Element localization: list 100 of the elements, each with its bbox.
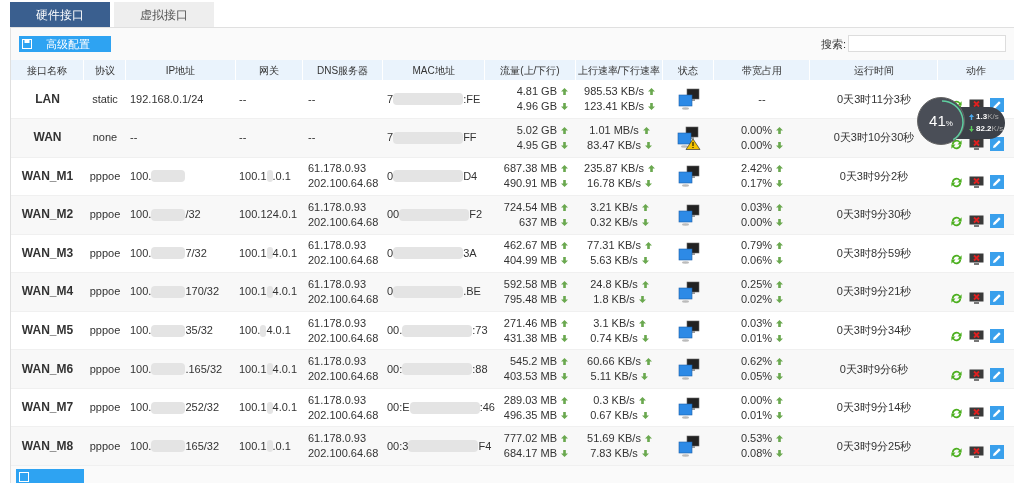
bandwidth-value: 0.00% — [740, 392, 773, 408]
traffic-value: 545.2 MB — [509, 354, 557, 370]
mac-address: 7 FF — [387, 130, 477, 146]
edit-icon[interactable] — [989, 97, 1004, 112]
gateway: 100.1 .0.1 — [239, 438, 291, 454]
disconnect-monitor-icon[interactable] — [968, 253, 984, 267]
dns-server: -- — [308, 91, 316, 107]
traffic-value: 795.48 MB — [503, 291, 557, 307]
gateway: 100.1 4.0.1 — [239, 284, 297, 300]
column-header: 接口名称 — [27, 63, 67, 78]
gateway: 100.1 4.0.1 — [239, 400, 297, 416]
bandwidth-value: -- — [758, 91, 766, 107]
dns-server: 202.100.64.68 — [308, 369, 379, 385]
gateway: 100.124.0.1 — [239, 207, 298, 223]
column-header: 状态 — [678, 63, 698, 78]
search-field[interactable] — [848, 35, 1006, 53]
interface-name: WAN_M7 — [21, 400, 74, 416]
traffic-value: 404.99 MB — [503, 253, 557, 269]
dns-server: 202.100.64.68 — [308, 176, 379, 192]
bandwidth-value: 0.05% — [740, 369, 773, 385]
tab[interactable]: 虚拟接口 — [114, 2, 214, 27]
bandwidth-value: 0.53% — [740, 431, 773, 447]
column-header: DNS服务器 — [316, 63, 369, 78]
ip-address: 100. 165/32 — [130, 438, 220, 454]
disconnect-monitor-icon[interactable] — [968, 330, 984, 344]
rate-value: 5.11 KB/s — [590, 369, 638, 385]
column-header: 网关 — [259, 63, 279, 78]
dns-server: 61.178.0.93 — [308, 238, 367, 254]
tab[interactable]: 硬件接口 — [10, 2, 110, 27]
disconnect-monitor-icon[interactable] — [968, 291, 984, 305]
rate-value: 0.3 KB/s — [593, 392, 635, 408]
column-header: 运行时间 — [853, 63, 894, 78]
column-header: 协议 — [94, 63, 115, 78]
gateway: 100. 4.0.1 — [239, 323, 291, 339]
dns-server: 61.178.0.93 — [308, 392, 367, 408]
bandwidth-value: 0.00% — [740, 214, 773, 230]
rate-value: 123.41 KB/s — [584, 99, 644, 115]
uptime: 0天3时9分25秒 — [836, 438, 912, 454]
uptime: 0天3时9分21秒 — [836, 284, 912, 300]
mac-address: 0 D4 — [387, 168, 478, 184]
protocol: pppoe — [89, 245, 121, 261]
ip-address: 100. /32 — [130, 207, 201, 223]
uptime: 0天3时9分34秒 — [836, 323, 912, 339]
dns-server: 202.100.64.68 — [308, 407, 379, 423]
uptime: 0天3时9分14秒 — [836, 400, 912, 416]
uptime: 0天3时9分6秒 — [839, 361, 909, 377]
traffic-value: 403.53 MB — [503, 369, 557, 385]
mac-address: 0 3A — [387, 245, 477, 261]
rate-value: 51.69 KB/s — [587, 431, 641, 447]
bandwidth-value: 0.00% — [740, 137, 773, 153]
interface-name: WAN_M3 — [21, 245, 74, 261]
protocol: pppoe — [89, 207, 121, 223]
traffic-value: 490.91 MB — [503, 176, 557, 192]
refresh-icon[interactable] — [949, 137, 963, 151]
usage-percent: 41% — [929, 110, 953, 131]
mac-address: 00:3 F4 — [387, 438, 492, 454]
edit-icon[interactable] — [989, 136, 1004, 151]
download-arrow-icon — [969, 126, 974, 132]
disconnect-monitor-icon[interactable] — [968, 446, 984, 459]
rate-value: 16.78 KB/s — [587, 176, 641, 192]
column-header: IP地址 — [165, 63, 196, 78]
dns-server: 61.178.0.93 — [308, 199, 367, 215]
rate-value: 5.63 KB/s — [590, 253, 638, 269]
interface-name: WAN_M1 — [21, 168, 74, 184]
dns-server: 202.100.64.68 — [308, 253, 379, 269]
ip-address: 100. 35/32 — [130, 323, 213, 339]
disconnect-monitor-icon[interactable] — [968, 214, 984, 228]
ip-address: -- — [130, 130, 138, 146]
mac-address: 7 :FE — [387, 91, 481, 107]
rate-value: 0.32 KB/s — [590, 214, 638, 230]
traffic-value: 4.96 GB — [516, 99, 557, 115]
rate-value: 60.66 KB/s — [587, 354, 641, 370]
refresh-button[interactable] — [16, 469, 84, 483]
mac-address: 00 F2 — [387, 207, 483, 223]
protocol: none — [92, 130, 118, 146]
column-header: 带宽占用 — [741, 63, 782, 78]
disconnect-monitor-icon[interactable] — [968, 407, 984, 421]
interface-name: WAN_M6 — [21, 361, 74, 377]
bandwidth-value: 0.02% — [740, 291, 773, 307]
rate-value: 77.31 KB/s — [587, 238, 641, 254]
gateway: 100.1 4.0.1 — [239, 361, 297, 377]
ip-address: 192.168.0.1/24 — [130, 91, 204, 107]
rate-value: 7.83 KB/s — [590, 446, 638, 462]
rate-value: 0.74 KB/s — [590, 330, 638, 346]
uptime: 0天3时8分59秒 — [836, 245, 912, 261]
ip-address: 100. — [130, 168, 186, 184]
disconnect-monitor-icon[interactable] — [968, 176, 984, 190]
protocol: static — [92, 91, 118, 107]
bandwidth-value: 2.42% — [740, 161, 773, 177]
download-speed: 82.2K/s — [976, 123, 1004, 135]
dns-server: 61.178.0.93 — [308, 354, 367, 370]
bandwidth-value: 0.79% — [740, 238, 773, 254]
traffic-value: 431.38 MB — [503, 330, 557, 346]
dns-server: 202.100.64.68 — [308, 330, 379, 346]
bandwidth-value: 0.25% — [740, 276, 773, 292]
dns-server: -- — [308, 130, 316, 146]
bandwidth-value: 0.08% — [740, 446, 773, 462]
uptime: 0天3时11分3秒 — [837, 91, 911, 107]
upload-arrow-icon — [969, 114, 974, 120]
disconnect-monitor-icon[interactable] — [968, 368, 984, 382]
